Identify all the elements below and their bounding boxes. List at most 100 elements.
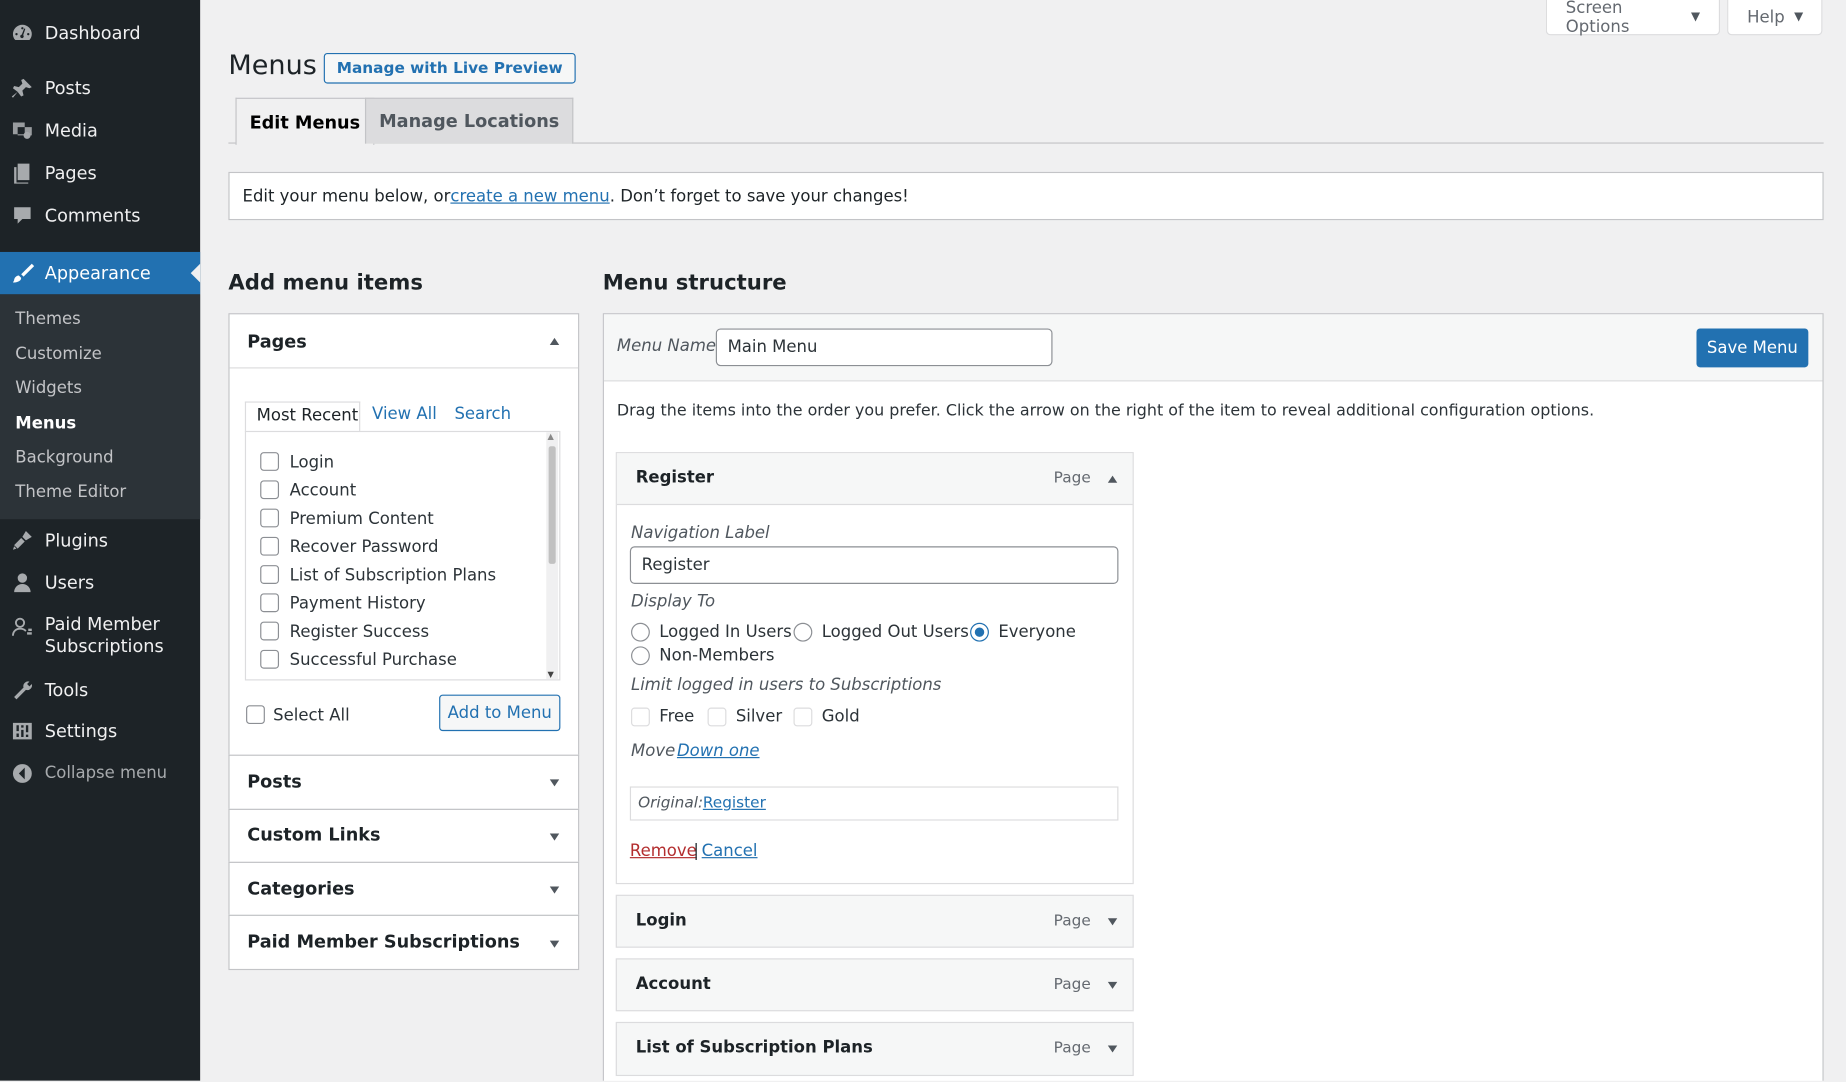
custom-links-panel[interactable]: Custom Links — [228, 808, 580, 863]
menu-structure-heading: Menu structure — [602, 270, 787, 296]
sidebar-item-paid-member-subscriptions[interactable]: Paid Member Subscriptions — [0, 609, 200, 663]
page-checkbox[interactable] — [260, 621, 280, 641]
original-label: Original: — [638, 794, 704, 813]
menu-item-title: Login — [635, 911, 687, 931]
submenu-customize[interactable]: Customize — [15, 345, 102, 364]
sidebar-item-label: Media — [44, 120, 98, 142]
cancel-link[interactable]: Cancel — [702, 842, 758, 861]
navigation-label-caption: Navigation Label — [631, 523, 770, 543]
menu-item-title: Register — [635, 468, 715, 488]
sidebar-item-settings[interactable]: Settings — [0, 710, 200, 752]
tab-search[interactable]: Search — [454, 405, 511, 424]
create-new-menu-link[interactable]: create a new menu — [450, 187, 609, 206]
submenu-theme-editor[interactable]: Theme Editor — [15, 483, 126, 502]
sidebar-item-label: Comments — [44, 204, 141, 227]
radio-everyone[interactable] — [970, 622, 989, 642]
submenu-background[interactable]: Background — [15, 449, 113, 468]
sidebar-item-tools[interactable]: Tools — [0, 669, 200, 711]
original-link[interactable]: Register — [703, 795, 766, 813]
scroll-down-icon[interactable]: ▼ — [547, 670, 553, 679]
page-checkbox-label: Register Success — [289, 622, 430, 642]
brush-icon — [0, 261, 45, 285]
chevron-up-icon[interactable] — [1107, 475, 1118, 483]
sidebar-item-appearance[interactable]: Appearance — [0, 251, 201, 295]
sidebar-item-plugins[interactable]: Plugins — [0, 519, 200, 561]
subscription-checkbox-gold[interactable] — [793, 707, 813, 727]
display-to-caption: Display To — [631, 592, 716, 612]
menu-item-type: Page — [1053, 912, 1091, 931]
sidebar-item-label-line2: Subscriptions — [44, 635, 164, 657]
menu-item-account[interactable]: Account Page — [615, 958, 1134, 1012]
page-checkbox[interactable] — [260, 452, 280, 471]
sidebar-item-label: Tools — [44, 679, 89, 701]
menu-name-input[interactable]: Main Menu — [715, 328, 1053, 367]
sidebar-item-label: Users — [44, 572, 95, 594]
chevron-down-icon — [549, 833, 560, 841]
collapse-menu-button[interactable]: Collapse menu — [0, 752, 200, 794]
page-checkbox[interactable] — [260, 565, 280, 584]
sidebar-item-users[interactable]: Users — [0, 562, 200, 604]
subscription-checkbox-free[interactable] — [631, 707, 650, 727]
scrollbar-thumb[interactable] — [548, 446, 556, 564]
chevron-down-icon[interactable] — [1107, 981, 1118, 989]
collapse-icon — [0, 762, 45, 786]
submenu-widgets[interactable]: Widgets — [15, 379, 82, 398]
menu-item-login[interactable]: Login Page — [615, 894, 1134, 948]
page-checkbox[interactable] — [260, 508, 280, 528]
submenu-themes[interactable]: Themes — [15, 310, 80, 329]
pages-panel-header[interactable]: Pages — [229, 314, 579, 369]
menu-item-type: Page — [1053, 1039, 1091, 1058]
select-all-checkbox[interactable] — [246, 705, 265, 725]
appearance-submenu: Themes Customize Widgets Menus Backgroun… — [0, 294, 201, 520]
subscription-checkbox-silver[interactable] — [707, 707, 727, 727]
tab-view-all[interactable]: View All — [372, 405, 437, 424]
add-menu-items-heading: Add menu items — [228, 270, 423, 296]
screen-options-button[interactable]: Screen Options ▼ — [1545, 0, 1721, 36]
help-button[interactable]: Help ▼ — [1727, 0, 1823, 36]
radio-logged-out-users[interactable] — [793, 622, 813, 642]
screen-options-label: Screen Options — [1565, 0, 1630, 36]
move-down-one-link[interactable]: Down one — [677, 742, 760, 761]
panel-title: Posts — [247, 771, 302, 793]
submenu-menus[interactable]: Menus — [15, 414, 76, 433]
chevron-down-icon[interactable] — [1107, 1045, 1118, 1053]
plugin-icon — [0, 529, 45, 553]
menu-item-handle[interactable]: Register Page — [616, 453, 1133, 506]
checkbox-label: Gold — [821, 707, 860, 727]
add-to-menu-button[interactable]: Add to Menu — [439, 694, 561, 732]
scroll-up-icon[interactable]: ▲ — [547, 432, 553, 441]
page-checkbox[interactable] — [260, 536, 280, 556]
checkbox-label: Silver — [735, 707, 783, 727]
menu-item-type: Page — [1053, 469, 1091, 488]
remove-link[interactable]: Remove — [630, 842, 697, 861]
radio-non-members[interactable] — [631, 646, 650, 666]
panel-title: Categories — [247, 878, 355, 900]
sidebar-item-media[interactable]: Media — [0, 109, 200, 151]
sidebar-item-dashboard[interactable]: Dashboard — [0, 12, 200, 54]
sidebar-item-label: Appearance — [44, 262, 151, 284]
navigation-label-input[interactable]: Register — [629, 546, 1119, 584]
tab-manage-locations[interactable]: Manage Locations — [364, 97, 574, 144]
tab-edit-menus[interactable]: Edit Menus — [235, 97, 375, 145]
sidebar-item-comments[interactable]: Comments — [0, 194, 200, 236]
tab-most-recent[interactable]: Most Recent — [244, 401, 361, 433]
live-preview-button[interactable]: Manage with Live Preview — [323, 52, 576, 84]
sidebar-item-posts[interactable]: Posts — [0, 67, 200, 109]
page-checkbox-label: Login — [289, 453, 335, 473]
save-menu-button[interactable]: Save Menu — [1696, 328, 1809, 368]
chevron-down-icon[interactable] — [1107, 918, 1118, 926]
radio-logged-in-users[interactable] — [631, 622, 650, 642]
page-checkbox[interactable] — [260, 593, 280, 613]
settings-icon — [0, 719, 45, 743]
sidebar-item-pages[interactable]: Pages — [0, 152, 200, 194]
page-checkbox[interactable] — [260, 480, 280, 500]
scrollbar[interactable]: ▲ ▼ — [546, 432, 559, 680]
page-checkbox[interactable] — [260, 649, 280, 669]
sidebar-item-label: Dashboard — [44, 22, 141, 44]
dashboard-icon — [0, 21, 45, 45]
posts-panel[interactable]: Posts — [228, 754, 580, 810]
chevron-down-icon — [549, 940, 560, 948]
paid-member-subscriptions-panel[interactable]: Paid Member Subscriptions — [228, 914, 580, 971]
categories-panel[interactable]: Categories — [228, 861, 580, 916]
menu-item-list-of-subscription-plans[interactable]: List of Subscription Plans Page — [615, 1021, 1134, 1077]
